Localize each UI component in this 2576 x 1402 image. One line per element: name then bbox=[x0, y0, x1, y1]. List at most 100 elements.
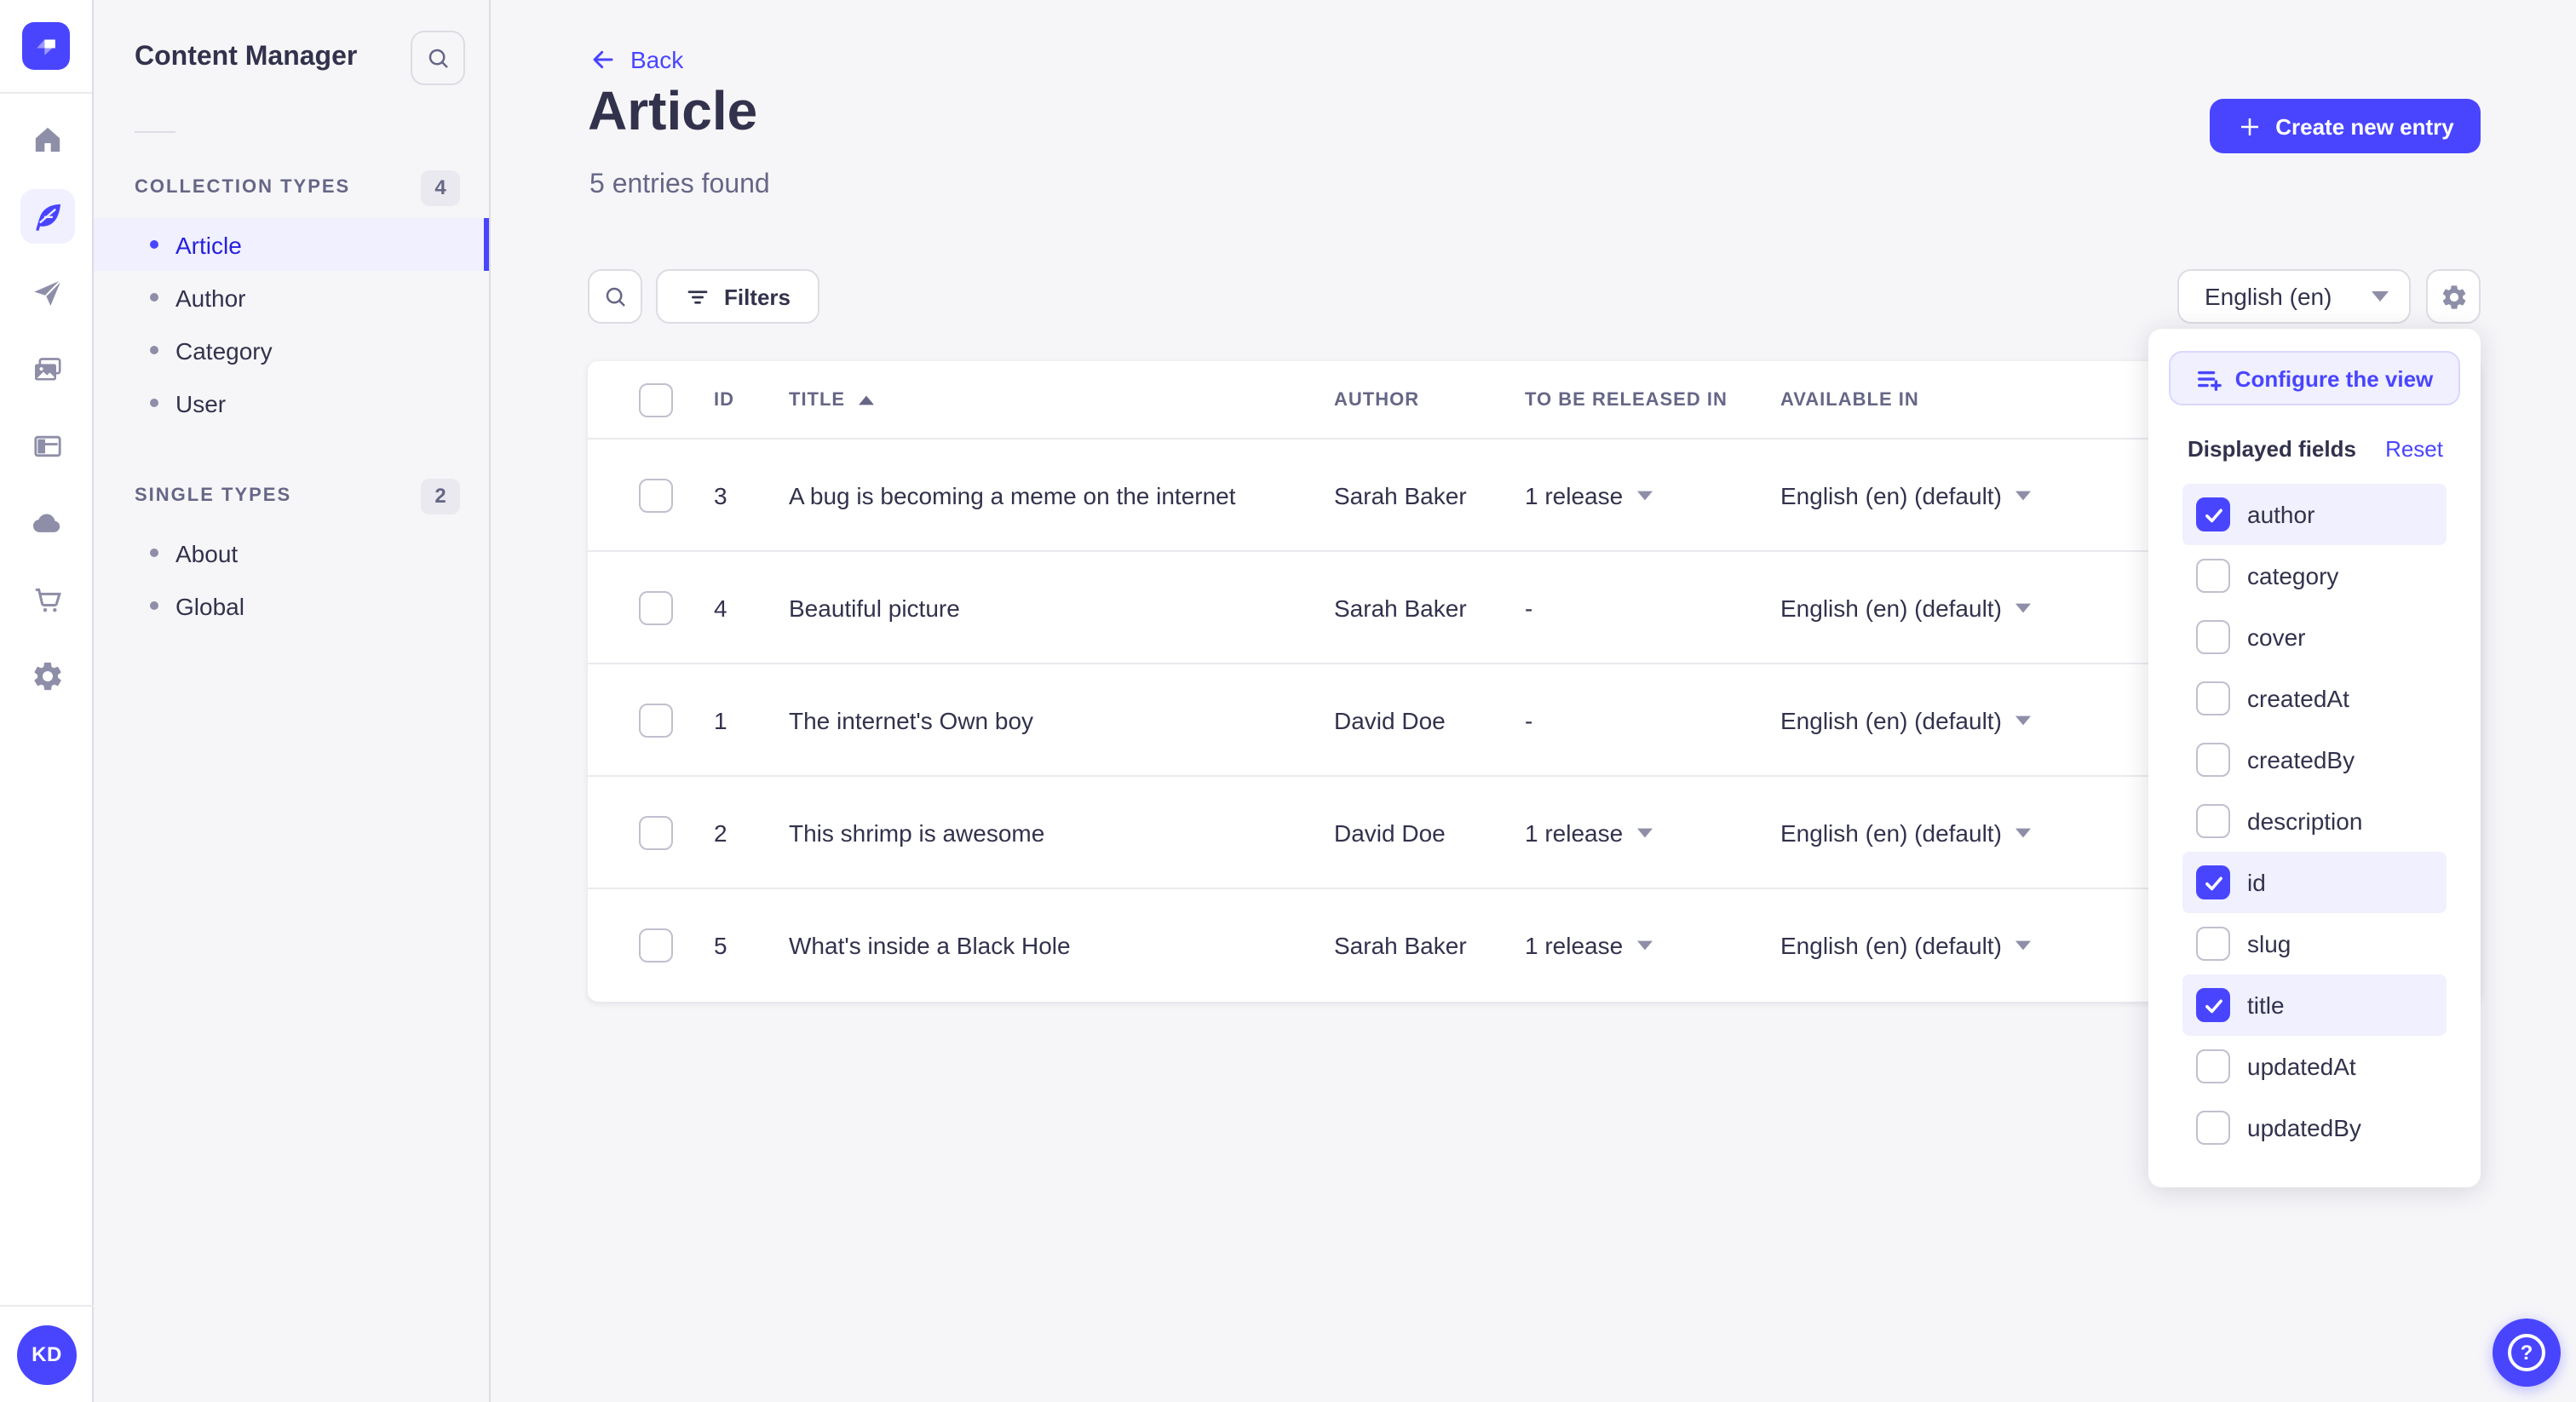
cell-to-be-released-in[interactable]: 1 release bbox=[1525, 932, 1780, 959]
settings-icon[interactable] bbox=[20, 649, 74, 704]
row-checkbox[interactable] bbox=[639, 590, 673, 624]
field-checkbox[interactable] bbox=[2196, 927, 2230, 961]
row-checkbox[interactable] bbox=[639, 478, 673, 512]
releases-icon[interactable] bbox=[20, 266, 74, 320]
release-chevron-icon bbox=[1636, 940, 1653, 951]
field-toggle-createdBy[interactable]: createdBy bbox=[2182, 729, 2447, 790]
cell-to-be-released-in[interactable]: 1 release bbox=[1525, 819, 1780, 846]
sidebar-item-author[interactable]: Author bbox=[94, 271, 489, 324]
sidebar-item-global[interactable]: Global bbox=[94, 579, 489, 632]
cell-title: Beautiful picture bbox=[789, 594, 960, 621]
cell-title: This shrimp is awesome bbox=[789, 819, 1045, 846]
collection-types-label: COLLECTION TYPES bbox=[135, 177, 351, 198]
field-toggle-updatedAt[interactable]: updatedAt bbox=[2182, 1036, 2447, 1097]
row-checkbox[interactable] bbox=[639, 815, 673, 849]
cell-to-be-released-in[interactable]: 1 release bbox=[1525, 481, 1780, 509]
back-link[interactable]: Back bbox=[589, 46, 683, 73]
create-new-entry-button[interactable]: Create new entry bbox=[2210, 99, 2481, 153]
sidebar-item-article[interactable]: Article bbox=[94, 218, 489, 271]
field-checkbox[interactable] bbox=[2196, 804, 2230, 838]
bullet-icon bbox=[150, 293, 158, 302]
locale-value: English (en) bbox=[2205, 283, 2332, 310]
field-label: title bbox=[2247, 991, 2285, 1019]
sidebar-item-label: Article bbox=[175, 231, 242, 258]
help-button[interactable]: ? bbox=[2493, 1319, 2561, 1387]
cell-id: 5 bbox=[714, 932, 727, 959]
field-toggle-title[interactable]: title bbox=[2182, 974, 2447, 1036]
field-toggle-updatedBy[interactable]: updatedBy bbox=[2182, 1097, 2447, 1158]
deploy-icon[interactable] bbox=[20, 496, 74, 550]
field-checkbox[interactable] bbox=[2196, 497, 2230, 531]
field-checkbox[interactable] bbox=[2196, 1111, 2230, 1145]
cell-author: David Doe bbox=[1334, 706, 1446, 733]
plus-icon bbox=[2240, 118, 2258, 135]
search-icon bbox=[605, 286, 624, 306]
divider bbox=[135, 131, 175, 133]
row-checkbox[interactable] bbox=[639, 703, 673, 737]
app: KD Content Manager COLLECTION TYPES 4 Ar… bbox=[0, 0, 2576, 1402]
collection-types-count-badge: 4 bbox=[421, 170, 460, 205]
cell-author: Sarah Baker bbox=[1334, 932, 1467, 959]
sort-ascending-icon bbox=[859, 394, 875, 405]
cell-author: Sarah Baker bbox=[1334, 481, 1467, 509]
field-label: updatedAt bbox=[2247, 1053, 2356, 1080]
sidebar-item-user[interactable]: User bbox=[94, 376, 489, 429]
field-toggle-id[interactable]: id bbox=[2182, 852, 2447, 913]
column-header-author[interactable]: AUTHOR bbox=[1334, 389, 1525, 410]
search-icon[interactable] bbox=[411, 31, 465, 85]
gear-icon bbox=[2441, 284, 2465, 308]
filters-label: Filters bbox=[723, 284, 791, 309]
cell-title: A bug is becoming a meme on the internet bbox=[789, 481, 1236, 509]
bullet-icon bbox=[150, 601, 158, 610]
home-icon[interactable] bbox=[20, 112, 74, 167]
field-toggle-author[interactable]: author bbox=[2182, 484, 2447, 545]
column-header-to-be-released-in[interactable]: TO BE RELEASED IN bbox=[1525, 389, 1780, 410]
media-library-icon[interactable] bbox=[20, 342, 74, 397]
strapi-logo bbox=[22, 22, 70, 70]
column-header-id[interactable]: ID bbox=[714, 389, 789, 410]
view-settings-button[interactable] bbox=[2426, 269, 2481, 324]
content-manager-icon[interactable] bbox=[20, 189, 74, 244]
bullet-icon bbox=[150, 549, 158, 557]
cell-author: David Doe bbox=[1334, 819, 1446, 846]
cell-title: The internet's Own boy bbox=[789, 706, 1034, 733]
field-toggle-category[interactable]: category bbox=[2182, 545, 2447, 606]
field-checkbox[interactable] bbox=[2196, 865, 2230, 899]
field-checkbox[interactable] bbox=[2196, 681, 2230, 715]
main-navigation: KD bbox=[0, 0, 94, 1402]
single-types-count-badge: 2 bbox=[421, 478, 460, 514]
reset-link[interactable]: Reset bbox=[2385, 436, 2443, 462]
sidebar-item-label: Global bbox=[175, 592, 244, 619]
filters-button[interactable]: Filters bbox=[656, 269, 819, 324]
cell-to-be-released-in[interactable]: - bbox=[1525, 594, 1780, 621]
field-toggle-slug[interactable]: slug bbox=[2182, 913, 2447, 974]
workplace-switcher[interactable] bbox=[0, 0, 92, 94]
field-checkbox[interactable] bbox=[2196, 743, 2230, 777]
cell-id: 4 bbox=[714, 594, 727, 621]
marketplace-icon[interactable] bbox=[20, 572, 74, 627]
configure-the-view-button[interactable]: Configure the view bbox=[2169, 351, 2460, 405]
field-checkbox[interactable] bbox=[2196, 559, 2230, 593]
row-checkbox[interactable] bbox=[639, 928, 673, 962]
content-type-builder-icon[interactable] bbox=[20, 419, 74, 474]
field-toggle-description[interactable]: description bbox=[2182, 790, 2447, 852]
table-search-button[interactable] bbox=[588, 269, 642, 324]
sidebar-item-label: User bbox=[175, 389, 227, 417]
sidebar-item-label: Category bbox=[175, 336, 273, 364]
available-chevron-icon bbox=[2015, 940, 2031, 951]
field-checkbox[interactable] bbox=[2196, 988, 2230, 1022]
cell-to-be-released-in[interactable]: - bbox=[1525, 706, 1780, 733]
sidebar-item-category[interactable]: Category bbox=[94, 324, 489, 376]
cell-id: 2 bbox=[714, 819, 727, 846]
select-all-checkbox[interactable] bbox=[639, 382, 673, 417]
field-checkbox[interactable] bbox=[2196, 1049, 2230, 1083]
cell-author: Sarah Baker bbox=[1334, 594, 1467, 621]
field-checkbox[interactable] bbox=[2196, 620, 2230, 654]
column-header-title[interactable]: TITLE bbox=[789, 389, 1334, 410]
field-toggle-cover[interactable]: cover bbox=[2182, 606, 2447, 668]
cell-id: 1 bbox=[714, 706, 727, 733]
locale-select[interactable]: English (en) bbox=[2177, 269, 2411, 324]
field-toggle-createdAt[interactable]: createdAt bbox=[2182, 668, 2447, 729]
user-avatar[interactable]: KD bbox=[17, 1324, 77, 1384]
sidebar-item-about[interactable]: About bbox=[94, 526, 489, 579]
